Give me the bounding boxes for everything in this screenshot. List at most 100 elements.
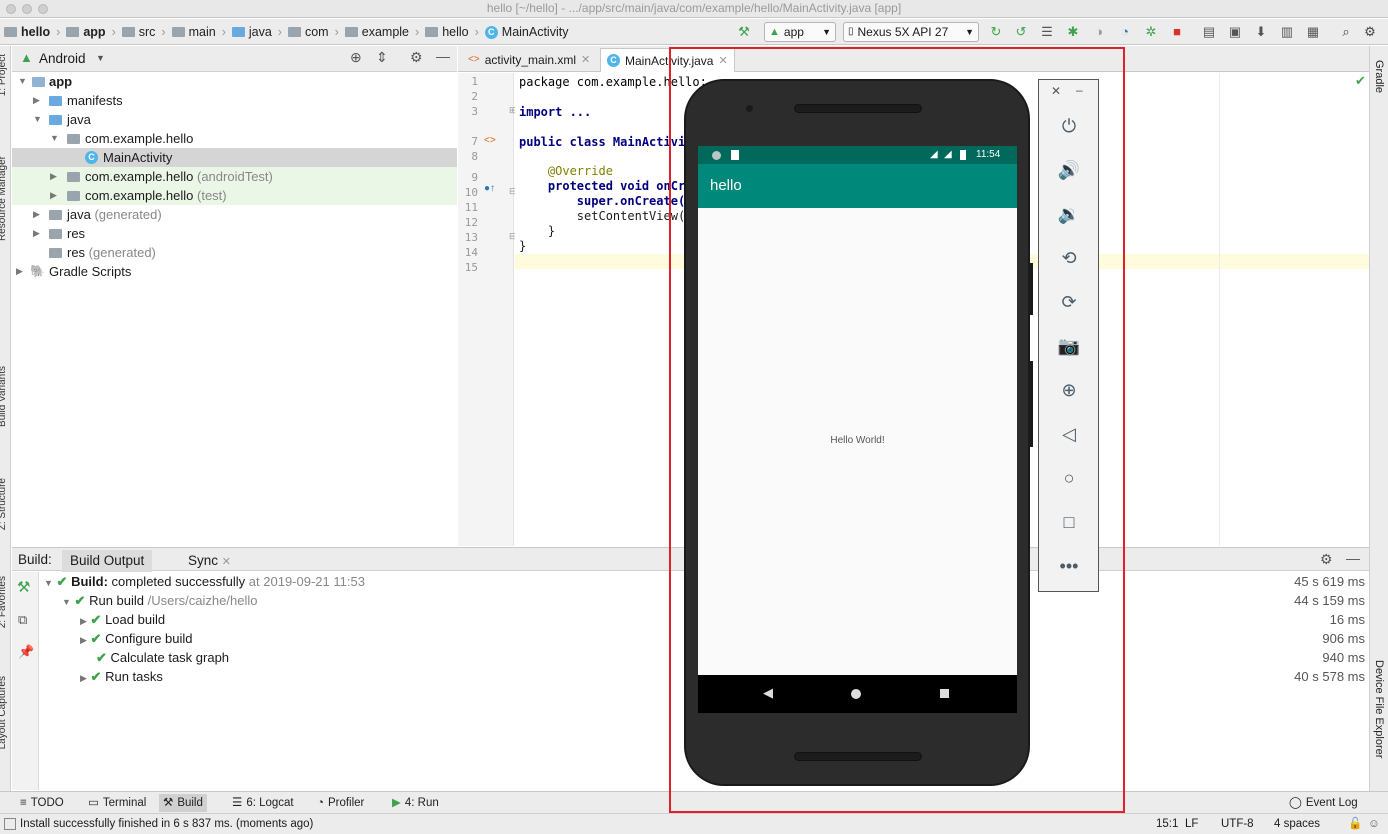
hammer-icon[interactable]: ⚒ — [17, 578, 30, 596]
zoom-window-button[interactable] — [38, 4, 48, 14]
build-row[interactable]: ▶ ✔ Configure build — [80, 629, 193, 648]
project-tool-tab[interactable]: 1: Project — [0, 54, 8, 96]
chevron-right-icon[interactable]: ▶ — [33, 205, 40, 224]
toggle-tool-windows-icon[interactable] — [4, 818, 16, 830]
tree-item-java-generated[interactable]: ▶ java (generated) — [12, 205, 457, 224]
profiler-tool-button[interactable]: ◔ Profiler — [313, 794, 368, 812]
sync-gradle-icon[interactable]: ▤ — [1201, 24, 1217, 40]
tree-item-java[interactable]: ▼ java — [12, 110, 457, 129]
indent-setting[interactable]: 4 spaces — [1274, 814, 1320, 834]
event-log-button[interactable]: ◯ Event Log — [1285, 794, 1362, 812]
structure-tool-tab[interactable]: Z: Structure — [0, 478, 8, 530]
profile-icon[interactable]: ◔ — [1117, 24, 1133, 40]
override-marker-icon[interactable]: ●↑ — [484, 183, 495, 194]
favorites-tool-tab[interactable]: 2: Favorites — [0, 576, 8, 628]
sdk-manager-icon[interactable]: ⬇ — [1253, 24, 1269, 40]
apply-code-changes-icon[interactable]: ↺ — [1013, 24, 1029, 40]
build-row[interactable]: ✔ Calculate task graph — [96, 648, 229, 667]
collapse-all-icon[interactable]: ⇕ — [376, 49, 388, 66]
settings-icon[interactable]: ⚙ — [1362, 24, 1378, 40]
build-row[interactable]: ▶ ✔ Run tasks — [80, 667, 163, 686]
make-project-icon[interactable]: ⚒ — [736, 24, 752, 40]
todo-tool-button[interactable]: ≡ TODO — [16, 794, 68, 812]
build-row[interactable]: ▼ ✔ Run build /Users/caizhe/hello — [62, 591, 257, 610]
run-config-select[interactable]: ▲ app ▼ — [764, 22, 836, 42]
tab-sync[interactable]: Sync ✕ — [180, 550, 239, 572]
breadcrumb-item[interactable]: MainActivity — [502, 23, 569, 41]
build-variants-tool-tab[interactable]: Build Variants — [0, 366, 8, 427]
breadcrumb-item[interactable]: hello — [442, 23, 468, 41]
device-select[interactable]: ▯ Nexus 5X API 27 ▼ — [843, 22, 979, 42]
chevron-down-icon[interactable]: ▼ — [96, 53, 105, 63]
caret-position[interactable]: 15:1 — [1156, 814, 1178, 834]
layout-captures-tool-tab[interactable]: Layout Captures — [0, 676, 8, 749]
gear-icon[interactable]: ⚙ — [410, 49, 423, 66]
toggle-view-icon[interactable]: ⧉ — [18, 612, 27, 628]
device-monitor-icon[interactable]: ▥ — [1279, 24, 1295, 40]
hide-panel-icon[interactable]: — — [1346, 550, 1360, 566]
tab-activity-main-xml[interactable]: <> activity_main.xml ✕ — [462, 48, 596, 72]
chevron-right-icon[interactable]: ▶ — [33, 224, 40, 243]
breadcrumb-item[interactable]: src — [139, 23, 156, 41]
gear-icon[interactable]: ⚙ — [1320, 551, 1333, 568]
chevron-down-icon[interactable]: ▼ — [18, 72, 27, 91]
inspection-ok-icon[interactable]: ✔ — [1355, 73, 1366, 89]
tree-item-manifests[interactable]: ▶ manifests — [12, 91, 457, 110]
breadcrumb-item[interactable]: java — [249, 23, 272, 41]
project-view-select[interactable]: Android — [39, 51, 86, 66]
terminal-tool-button[interactable]: ▭ Terminal — [84, 794, 150, 812]
breadcrumb-item[interactable]: main — [189, 23, 216, 41]
chevron-down-icon[interactable]: ▼ — [62, 597, 71, 607]
debug-icon[interactable]: ✱ — [1065, 24, 1081, 40]
tree-item-res-generated[interactable]: res (generated) — [12, 243, 457, 262]
chevron-down-icon[interactable]: ▼ — [50, 129, 59, 148]
tree-item-package[interactable]: ▼ com.example.hello — [12, 129, 457, 148]
build-tool-button[interactable]: ⚒ Build — [159, 794, 207, 812]
breadcrumb-item[interactable]: app — [83, 23, 105, 41]
lock-icon[interactable]: 🔓 — [1348, 814, 1362, 834]
gradle-tool-tab[interactable]: Gradle — [1373, 60, 1385, 93]
hector-icon[interactable]: ☺ — [1368, 814, 1380, 834]
status-message[interactable]: Install successfully finished in 6 s 837… — [20, 814, 313, 834]
run-list-icon[interactable]: ☰ — [1039, 24, 1055, 40]
file-encoding[interactable]: UTF-8 — [1221, 814, 1254, 834]
chevron-down-icon[interactable]: ▼ — [33, 110, 42, 129]
tab-build-output[interactable]: Build Output — [62, 550, 153, 572]
attach-debugger-icon[interactable]: ✲ — [1143, 24, 1159, 40]
build-row[interactable]: ▶ ✔ Load build — [80, 610, 165, 629]
device-file-explorer-tool-tab[interactable]: Device File Explorer — [1373, 660, 1385, 758]
chevron-right-icon[interactable]: ▶ — [50, 167, 57, 186]
hide-panel-icon[interactable]: — — [436, 48, 450, 64]
close-window-button[interactable] — [6, 4, 16, 14]
avd-manager-icon[interactable]: ▣ — [1227, 24, 1243, 40]
tree-item-res[interactable]: ▶ res — [12, 224, 457, 243]
chevron-right-icon[interactable]: ▶ — [16, 262, 23, 281]
search-icon[interactable]: ⌕ — [1338, 24, 1354, 40]
chevron-right-icon[interactable]: ▶ — [33, 91, 40, 110]
tree-item-mainactivity[interactable]: C MainActivity — [12, 148, 457, 167]
close-icon[interactable]: ✕ — [222, 556, 231, 568]
chevron-right-icon[interactable]: ▶ — [80, 673, 87, 683]
line-separator[interactable]: LF — [1185, 814, 1198, 834]
chevron-right-icon[interactable]: ▶ — [50, 186, 57, 205]
locate-icon[interactable]: ⊕ — [350, 49, 362, 66]
close-icon[interactable]: ✕ — [581, 49, 590, 71]
breadcrumb-item[interactable]: example — [362, 23, 409, 41]
logcat-tool-button[interactable]: ☰ 6: Logcat — [228, 794, 298, 812]
breadcrumb-item[interactable]: com — [305, 23, 329, 41]
run-tool-button[interactable]: ▶ 4: Run — [388, 794, 443, 812]
minimize-window-button[interactable] — [22, 4, 32, 14]
chevron-right-icon[interactable]: ▶ — [80, 616, 87, 626]
build-row[interactable]: ▼ ✔ Build: completed successfully at 201… — [44, 572, 365, 591]
layout-marker-icon[interactable]: <> — [484, 135, 496, 146]
tree-item-package-androidtest[interactable]: ▶ com.example.hello (androidTest) — [12, 167, 457, 186]
tree-item-package-test[interactable]: ▶ com.example.hello (test) — [12, 186, 457, 205]
resource-manager-tool-tab[interactable]: Resource Manager — [0, 156, 8, 241]
coverage-icon[interactable]: ◑ — [1091, 24, 1107, 40]
pin-icon[interactable]: 📌 — [18, 644, 34, 660]
tree-item-app[interactable]: ▼ app — [12, 72, 457, 91]
chevron-right-icon[interactable]: ▶ — [80, 635, 87, 645]
apply-changes-icon[interactable]: ↻ — [988, 24, 1004, 40]
breadcrumb-item[interactable]: hello — [21, 23, 50, 41]
tree-item-gradle-scripts[interactable]: ▶ 🐘 Gradle Scripts — [12, 262, 457, 281]
